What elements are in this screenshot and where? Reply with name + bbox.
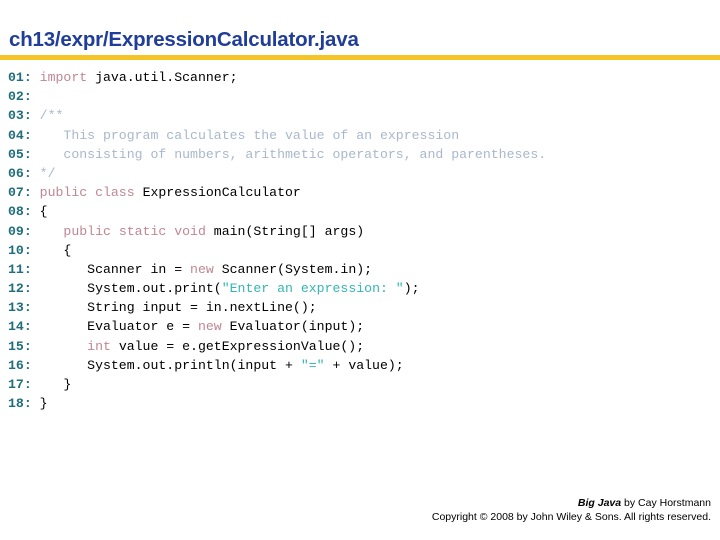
code-line: 13: String input = in.nextLine(); (8, 298, 720, 317)
code-line: 02: (8, 87, 720, 106)
code-line: 15: int value = e.getExpressionValue(); (8, 337, 720, 356)
code-gutter-gap (32, 339, 40, 354)
code-line: 07: public class ExpressionCalculator (8, 183, 720, 202)
footer-copyright: Copyright © 2008 by John Wiley & Sons. A… (431, 511, 711, 523)
code-gutter-gap (32, 300, 40, 315)
code-gutter-gap (32, 224, 40, 239)
code-line: 08: { (8, 202, 720, 221)
code-line: 01: import java.util.Scanner; (8, 68, 720, 87)
code-line: 18: } (8, 394, 720, 413)
code-token-plain: ); (403, 281, 420, 297)
code-line-number: 02: (8, 89, 32, 105)
footer-attribution: Big Java by Cay Horstmann (0, 496, 711, 510)
code-token-plain: Evaluator(input); (229, 319, 365, 335)
code-gutter-gap (32, 204, 40, 219)
code-token-keyword: int (87, 338, 119, 354)
code-token-comment: */ (39, 165, 56, 181)
code-line-number: 06: (8, 165, 32, 181)
code-line-number: 01: (8, 70, 32, 85)
code-gutter-gap (32, 358, 40, 373)
code-token-plain: value = e.getExpressionValue(); (118, 338, 365, 354)
code-gutter-gap (32, 70, 40, 85)
code-token-plain: System.out.println(input + (39, 357, 301, 373)
book-title: Big Java (577, 497, 622, 509)
book-byline: by Cay Horstmann (621, 497, 711, 509)
code-gutter-gap (32, 396, 40, 411)
code-gutter-gap (32, 243, 40, 258)
code-line: 03: /** (8, 106, 720, 125)
code-token-plain: System.out.print( (39, 281, 222, 297)
code-token-keyword: public class (39, 185, 143, 201)
code-line: 12: System.out.print("Enter an expressio… (8, 279, 720, 298)
code-gutter-gap (32, 377, 40, 392)
code-token-plain: java.util.Scanner; (95, 70, 238, 85)
code-token-plain: ExpressionCalculator (142, 185, 301, 201)
code-line-number: 03: (8, 108, 32, 124)
code-line: 05: consisting of numbers, arithmetic op… (8, 145, 720, 164)
code-line-number: 04: (8, 127, 32, 143)
code-line-number: 17: (8, 377, 32, 392)
code-line-number: 07: (8, 185, 32, 201)
code-line: 14: Evaluator e = new Evaluator(input); (8, 317, 720, 336)
code-line-number: 09: (8, 223, 32, 239)
code-line: 17: } (8, 375, 720, 394)
code-token-keyword: new (197, 319, 230, 335)
code-line: 16: System.out.println(input + "=" + val… (8, 356, 720, 375)
code-token-string: "Enter an expression: " (221, 281, 404, 297)
code-line: 06: */ (8, 164, 720, 183)
code-line: 09: public static void main(String[] arg… (8, 222, 720, 241)
code-token-plain: } (39, 396, 48, 412)
code-gutter-gap (32, 89, 40, 104)
slide-footer: Big Java by Cay Horstmann Copyright © 20… (0, 496, 711, 524)
code-line-number: 18: (8, 396, 32, 412)
code-gutter-gap (32, 281, 40, 296)
code-token-keyword: new (190, 261, 222, 277)
code-line-number: 08: (8, 204, 32, 220)
code-line: 10: { (8, 241, 720, 260)
code-gutter-gap (32, 147, 40, 162)
code-line-number: 11: (8, 261, 32, 277)
code-gutter-gap (32, 319, 40, 334)
code-line-number: 12: (8, 281, 32, 297)
title-divider (0, 55, 720, 60)
code-token-plain: Scanner(System.in); (221, 261, 373, 277)
code-gutter-gap (32, 108, 40, 123)
code-token-comment: /** (39, 108, 64, 124)
code-token-keyword: import (39, 70, 96, 85)
code-gutter-gap (32, 262, 40, 277)
code-token-keyword: public static void (63, 223, 214, 239)
code-line-number: 13: (8, 300, 32, 316)
code-token-plain: { (39, 242, 72, 258)
code-gutter-gap (32, 185, 40, 200)
code-listing: 01: import java.util.Scanner; 02: 03: /**… (8, 68, 720, 413)
code-token-plain: String input = in.nextLine(); (39, 300, 317, 316)
code-gutter-gap (32, 128, 40, 143)
code-line: 04: This program calculates the value of… (8, 126, 720, 145)
code-gutter-gap (32, 166, 40, 181)
code-line-number: 15: (8, 338, 32, 354)
code-token-string: "=" (300, 357, 325, 373)
code-token-comment: This program calculates the value of an … (39, 127, 460, 143)
code-token-plain: Evaluator e = (39, 319, 198, 335)
code-line-number: 10: (8, 242, 32, 258)
code-line-number: 14: (8, 319, 32, 335)
code-token-plain: { (39, 204, 48, 220)
code-line-number: 05: (8, 146, 32, 162)
code-token-comment: consisting of numbers, arithmetic operat… (39, 146, 547, 162)
code-token-plain: main(String[] args) (213, 223, 365, 239)
code-token-plain: Scanner in = (39, 261, 191, 277)
code-token-plain: + value); (324, 357, 404, 373)
code-line-number: 16: (8, 357, 32, 373)
code-token-plain: } (39, 377, 72, 392)
code-line: 11: Scanner in = new Scanner(System.in); (8, 260, 720, 279)
page-title: ch13/expr/ExpressionCalculator.java (9, 28, 359, 51)
